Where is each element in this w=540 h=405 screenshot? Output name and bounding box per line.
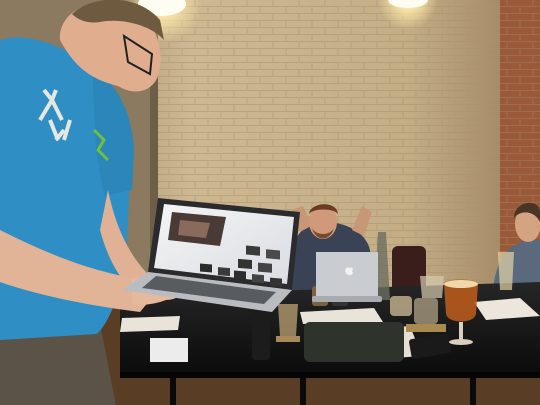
photo-scene xyxy=(0,0,540,405)
leather-folder xyxy=(304,322,404,362)
napkin xyxy=(150,338,188,362)
laptop-center xyxy=(312,252,382,302)
paper-sheet xyxy=(120,316,180,332)
